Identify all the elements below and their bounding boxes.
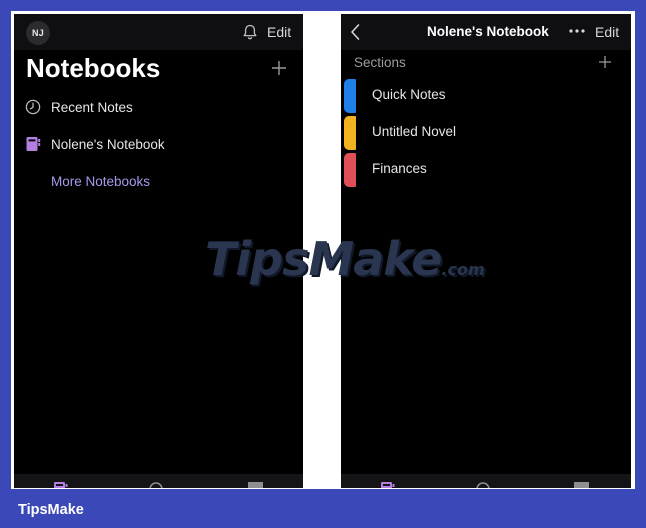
bell-icon[interactable] (241, 23, 259, 41)
section-color-tab (344, 153, 356, 187)
notebooks-screen: NJ Edit Notebooks Recent Notes Nolene's … (14, 14, 303, 488)
more-options-icon[interactable] (568, 26, 586, 36)
section-quick-notes[interactable]: Quick Notes (341, 77, 631, 113)
bottom-tab-bar (341, 474, 631, 488)
search-tab-icon[interactable] (148, 481, 164, 488)
section-label: Finances (372, 161, 427, 176)
back-chevron-icon[interactable] (349, 23, 361, 41)
sticky-notes-tab-icon[interactable] (573, 481, 589, 488)
bottom-tab-bar (14, 474, 303, 488)
page-title: Notebooks (26, 53, 161, 83)
edit-button[interactable]: Edit (595, 24, 619, 40)
more-notebooks-link[interactable]: More Notebooks (51, 174, 150, 189)
nav-item-label: Nolene's Notebook (51, 136, 165, 152)
section-label: Quick Notes (372, 87, 446, 102)
notebooks-tab-icon[interactable] (53, 481, 69, 488)
add-notebook-icon[interactable] (271, 60, 287, 76)
nav-item-recent-notes[interactable]: Recent Notes (14, 92, 303, 122)
top-bar: Nolene's Notebook Edit (341, 14, 631, 50)
section-untitled-novel[interactable]: Untitled Novel (341, 114, 631, 150)
notebook-icon (26, 137, 41, 151)
notebook-title: Nolene's Notebook (427, 24, 549, 39)
notebooks-tab-icon[interactable] (380, 481, 396, 488)
section-color-tab (344, 79, 356, 113)
sticky-notes-tab-icon[interactable] (247, 481, 263, 488)
top-bar: NJ Edit (14, 14, 303, 50)
edit-button[interactable]: Edit (267, 24, 291, 40)
section-label: Untitled Novel (372, 124, 457, 139)
add-section-icon[interactable] (598, 55, 612, 69)
section-color-tab (344, 116, 356, 150)
section-finances[interactable]: Finances (341, 151, 631, 187)
nav-item-label: Recent Notes (51, 99, 133, 115)
brand-label: TipsMake (18, 502, 84, 518)
avatar[interactable]: NJ (26, 21, 50, 45)
clock-icon (25, 99, 41, 115)
sections-heading: Sections (354, 55, 406, 70)
search-tab-icon[interactable] (475, 481, 491, 488)
nav-item-nolenes-notebook[interactable]: Nolene's Notebook (14, 129, 303, 159)
notebook-sections-screen: Nolene's Notebook Edit Sections Quick No… (341, 14, 631, 488)
